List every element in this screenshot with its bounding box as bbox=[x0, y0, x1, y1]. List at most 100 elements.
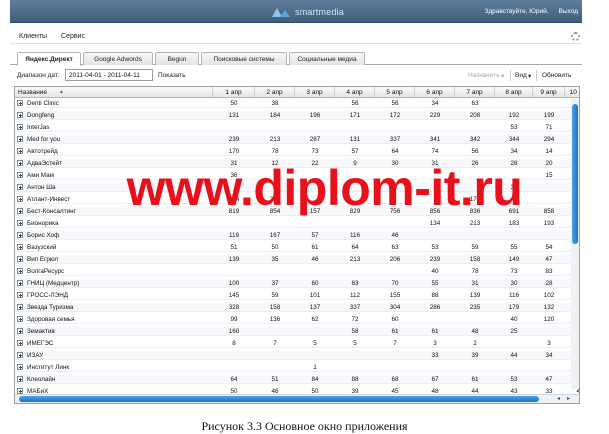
refresh-button[interactable]: Обновить bbox=[542, 72, 571, 79]
client-name-cell: ИМЕГЭС bbox=[27, 339, 54, 347]
click-count-cell: 56 bbox=[391, 99, 399, 107]
tab-search-engines[interactable]: Поисковые системы bbox=[201, 52, 287, 65]
user-area: Здравствуйте, Юрий. Выход bbox=[484, 8, 578, 15]
click-count-cell: 55 bbox=[510, 243, 518, 251]
client-name-cell: Med for you bbox=[27, 135, 61, 143]
click-count-cell: 34 bbox=[510, 147, 518, 155]
table-row[interactable]: Институт Линк 1 bbox=[15, 362, 579, 372]
client-name-cell: Вазузский bbox=[27, 243, 57, 251]
table-row[interactable]: ГНИЦ (Медцентр)1003760637055313028454 bbox=[15, 278, 579, 288]
app-header: smartmedia Здравствуйте, Юрий. Выход bbox=[10, 0, 582, 23]
horizontal-scrollbar[interactable]: ◂ ▸ bbox=[15, 394, 579, 403]
click-count-cell bbox=[375, 362, 415, 372]
table-row[interactable]: Борис Хоф 119 167 57 116 46 bbox=[15, 230, 579, 240]
click-count-cell: 47 bbox=[545, 255, 553, 263]
column-header-date[interactable]: 5 апр bbox=[375, 87, 415, 98]
view-dropdown-icon[interactable]: ▾ bbox=[528, 72, 531, 80]
table-row[interactable]: ГРОСС-ЛЭНД1455910111215588139116102468 bbox=[15, 290, 579, 300]
table-row[interactable]: ИМЕГЭС875573233 bbox=[15, 338, 579, 348]
table-row[interactable]: Бионорика13421318319317519 bbox=[15, 218, 579, 228]
column-header-date[interactable]: 10 апр bbox=[565, 87, 579, 98]
click-count-cell: 53 bbox=[431, 243, 439, 251]
table-row[interactable]: Земактив16058616148252 bbox=[15, 326, 579, 336]
click-count-cell bbox=[255, 350, 295, 360]
scroll-right-icon[interactable]: ▸ bbox=[564, 395, 573, 403]
table-row[interactable]: Denti Clinic 50 38 56 56 34 63 bbox=[15, 98, 579, 108]
click-count-cell: 53 bbox=[510, 375, 518, 383]
click-count-cell bbox=[335, 266, 375, 276]
click-count-cell bbox=[295, 122, 335, 132]
click-count-cell: 62 bbox=[311, 315, 319, 323]
click-count-cell: 31 bbox=[471, 279, 479, 287]
click-count-cell: 229 bbox=[429, 111, 441, 119]
menu-service[interactable]: Сервис bbox=[61, 33, 85, 40]
click-count-cell: 44 bbox=[510, 351, 518, 359]
column-header-date[interactable]: 3 апр bbox=[295, 87, 335, 98]
click-count-cell: 286 bbox=[429, 303, 441, 311]
channel-tabs: Яндекс.Директ Google Adwords Begun Поиск… bbox=[10, 52, 582, 66]
assign-button[interactable]: Назначить bbox=[468, 72, 500, 79]
click-count-cell: 131 bbox=[349, 135, 361, 143]
table-row[interactable]: InterJas537112110 bbox=[15, 122, 579, 132]
click-count-cell: 139 bbox=[469, 291, 481, 299]
tab-yandex-direct[interactable]: Яндекс.Директ bbox=[17, 52, 81, 66]
assign-dropdown-icon[interactable]: ▾ bbox=[501, 72, 504, 80]
table-row[interactable]: Med for you23921328713133734134234429434… bbox=[15, 134, 579, 144]
column-header-date[interactable]: 2 апр bbox=[255, 87, 295, 98]
click-count-cell bbox=[295, 266, 335, 276]
table-row[interactable]: Вазузский515061646353595554835 bbox=[15, 242, 579, 252]
date-range-label: Диапазон дат: bbox=[17, 72, 60, 79]
client-name-cell: Борис Хоф bbox=[27, 231, 60, 239]
click-count-cell bbox=[213, 266, 255, 276]
tab-social-media[interactable]: Социальные медиа bbox=[289, 52, 365, 65]
toolbar-divider bbox=[536, 70, 537, 81]
client-name-cell: Земактив bbox=[27, 327, 55, 335]
click-count-cell bbox=[295, 218, 335, 228]
click-count-cell: 88 bbox=[431, 291, 439, 299]
table-row[interactable]: Вип Егрюл1393546213206239158149474514 bbox=[15, 254, 579, 264]
click-count-cell bbox=[455, 314, 495, 324]
table-row[interactable]: Автотрейд1707873576474563414121 bbox=[15, 146, 579, 156]
table-row[interactable]: Звезда Туризма 328 158 137 337 304 286 235 179 13… bbox=[15, 302, 579, 312]
click-count-cell: 3 bbox=[433, 339, 437, 347]
click-count-cell: 78 bbox=[471, 267, 479, 275]
click-count-cell bbox=[533, 230, 565, 240]
menu-clients[interactable]: Клиенты bbox=[19, 33, 47, 40]
click-count-cell: 131 bbox=[228, 111, 240, 119]
column-header-date[interactable]: 1 апр bbox=[213, 87, 255, 98]
click-count-cell: 119 bbox=[228, 231, 240, 239]
click-count-cell bbox=[255, 266, 295, 276]
horizontal-scroll-thumb[interactable] bbox=[19, 396, 539, 402]
click-count-cell: 54 bbox=[545, 243, 553, 251]
table-row[interactable]: ВолгаРесурс40787383927 bbox=[15, 266, 579, 276]
column-header-date[interactable]: 6 апр bbox=[415, 87, 455, 98]
column-header-date[interactable]: 8 апр bbox=[495, 87, 533, 98]
table-row[interactable]: Здоровая семья991366272604012013819 bbox=[15, 314, 579, 324]
table-row[interactable]: Dongfeng13118419617117222920819219920520 bbox=[15, 110, 579, 120]
column-header-name[interactable]: Название bbox=[15, 87, 213, 98]
tab-google-adwords[interactable]: Google Adwords bbox=[83, 52, 153, 65]
column-header-date[interactable]: 4 апр bbox=[335, 87, 375, 98]
column-header-date[interactable]: 7 апр bbox=[455, 87, 495, 98]
date-range-input[interactable]: 2011-04-01 - 2011-04-11 bbox=[65, 69, 153, 81]
click-count-cell bbox=[335, 362, 375, 372]
click-count-cell: 70 bbox=[391, 279, 399, 287]
table-row[interactable]: ИЗАУ33394434283 bbox=[15, 350, 579, 360]
click-count-cell bbox=[415, 122, 455, 132]
app-logo[interactable]: smartmedia bbox=[272, 5, 344, 19]
show-button[interactable]: Показать bbox=[158, 72, 186, 79]
table-row[interactable]: Клеолайн645184886867615347395 bbox=[15, 374, 579, 384]
view-button[interactable]: Вид bbox=[515, 72, 527, 79]
click-count-cell: 35 bbox=[271, 255, 279, 263]
click-count-cell: 58 bbox=[351, 327, 359, 335]
click-count-cell: 213 bbox=[469, 219, 481, 227]
click-count-cell: 7 bbox=[273, 339, 277, 347]
logout-link[interactable]: Выход bbox=[559, 8, 578, 15]
click-count-cell bbox=[375, 122, 415, 132]
click-count-cell bbox=[255, 362, 295, 372]
column-header-date[interactable]: 9 апр bbox=[533, 87, 565, 98]
sort-ascending-icon[interactable]: ▲ bbox=[59, 89, 64, 95]
scroll-left-icon[interactable]: ◂ bbox=[554, 395, 563, 403]
vertical-scrollbar[interactable] bbox=[571, 99, 579, 389]
tab-begun[interactable]: Begun bbox=[155, 52, 199, 65]
